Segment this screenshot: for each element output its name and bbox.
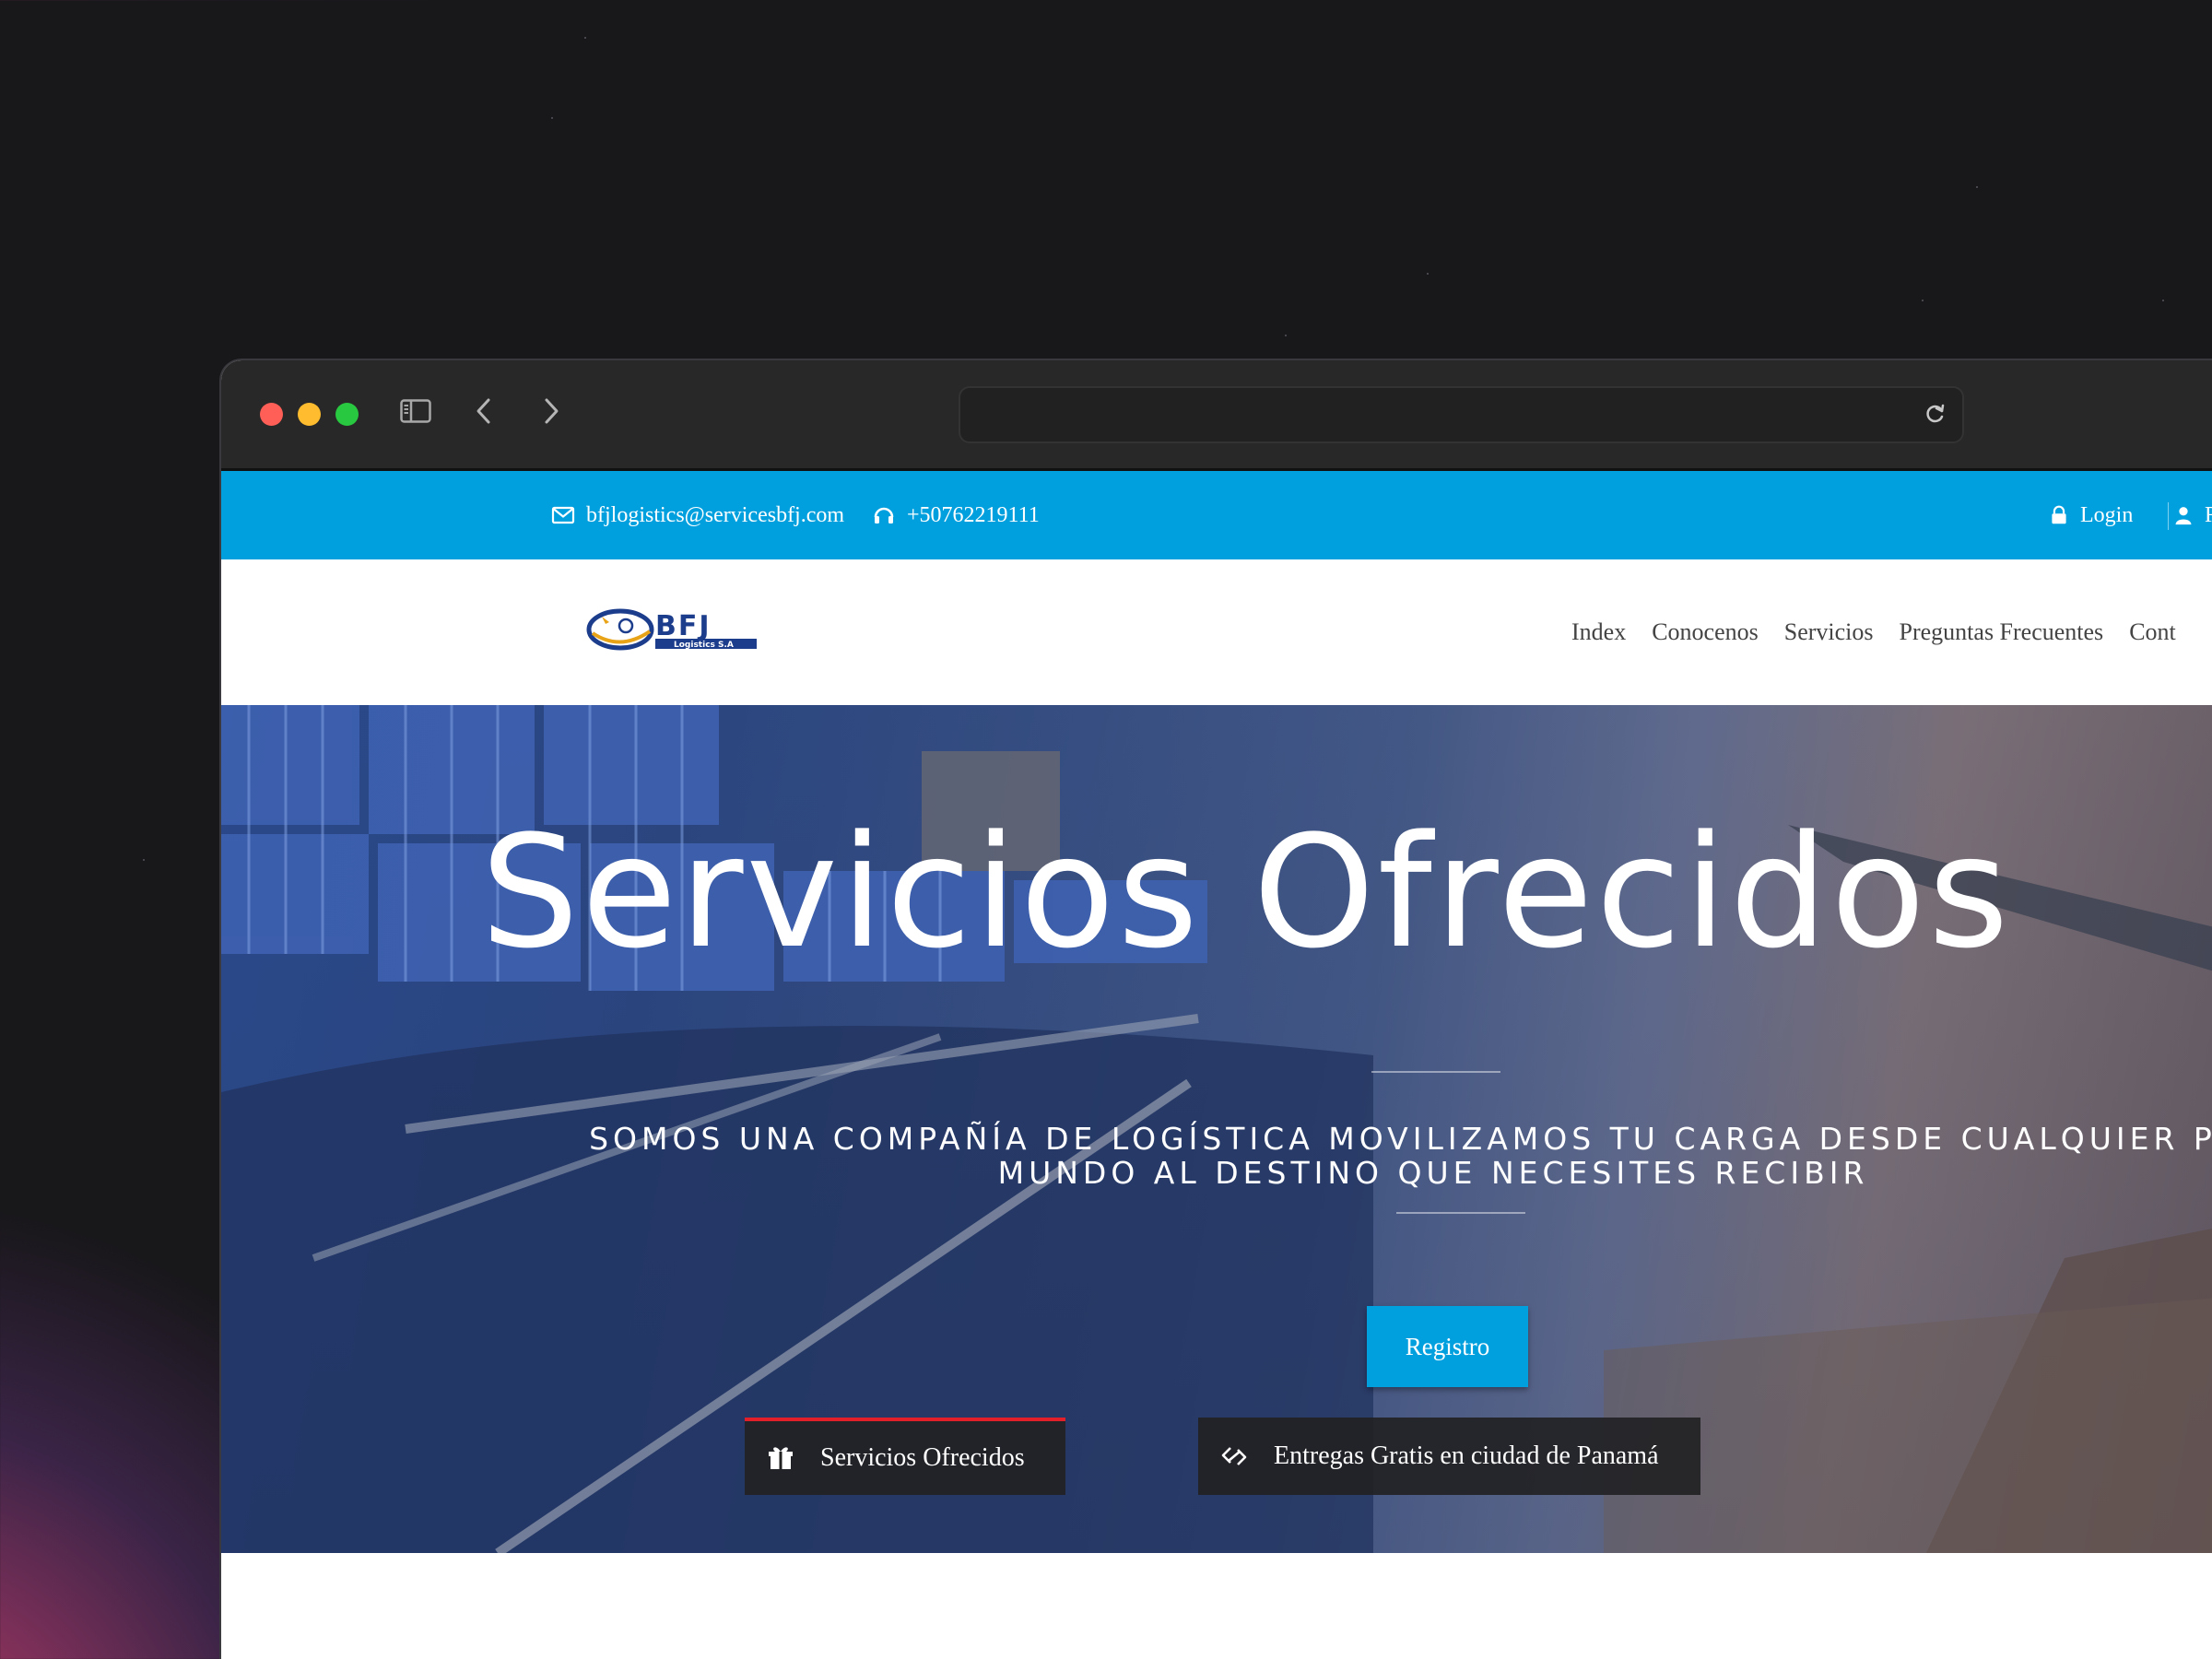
lock-icon [2052, 505, 2066, 524]
address-bar[interactable] [959, 386, 1964, 443]
svg-text:Logistics S.A: Logistics S.A [674, 641, 734, 650]
nav-link-servicios[interactable]: Servicios [1784, 618, 1874, 646]
user-icon [2175, 507, 2192, 525]
hero-subtitle-line-2: MUNDO AL DESTINO QUE NECESITES RECIBIR [997, 1155, 1869, 1191]
email-text: bfjlogistics@servicesbfj.com [586, 502, 845, 527]
background-star [1285, 335, 1287, 336]
topbar-divider [2168, 502, 2169, 530]
hero-section: Servicios Ofrecidos SOMOS UNA COMPAÑÍA D… [221, 705, 2212, 1553]
hero-subtitle-line-1: SOMOS UNA COMPAÑÍA DE LOGÍSTICA MOVILIZA… [589, 1121, 2212, 1157]
minimize-window-button[interactable] [298, 403, 321, 426]
background-star [1976, 186, 1978, 188]
background-star [1427, 273, 1429, 275]
contact-bar: bfjlogistics@servicesbfj.com +5076221911… [221, 471, 2212, 559]
maximize-window-button[interactable] [335, 403, 359, 426]
exchange-arrows-icon [1221, 1447, 1247, 1465]
hero-title: Servicios Ofrecidos [480, 802, 2012, 982]
feature-servicios-ofrecidos[interactable]: Servicios Ofrecidos [745, 1418, 1065, 1495]
login-link[interactable]: Login [2049, 471, 2133, 559]
main-navbar: BFJ Logistics S.A Index Conocenos Servic… [221, 559, 2212, 705]
background-star [1922, 300, 1924, 301]
feature-label-1: Servicios Ofrecidos [820, 1443, 1025, 1472]
register-label: R [2205, 503, 2212, 528]
background-star [584, 37, 586, 39]
forward-arrow-icon[interactable] [537, 395, 565, 427]
envelope-icon [551, 506, 575, 524]
hero-divider-top [1371, 1071, 1500, 1073]
feature-label-2: Entregas Gratis en ciudad de Panamá [1274, 1441, 1659, 1470]
reload-icon[interactable] [1922, 400, 1949, 428]
nav-link-index[interactable]: Index [1571, 618, 1626, 646]
bfj-logistics-logo[interactable]: BFJ Logistics S.A [585, 606, 760, 653]
hero-subtitle: SOMOS UNA COMPAÑÍA DE LOGÍSTICA MOVILIZA… [581, 1122, 2212, 1190]
nav-link-preguntas-frecuentes[interactable]: Preguntas Frecuentes [1900, 618, 2104, 646]
sidebar-toggle-icon[interactable] [400, 399, 431, 423]
nav-link-conocenos[interactable]: Conocenos [1652, 618, 1759, 646]
back-arrow-icon[interactable] [470, 395, 498, 427]
headset-icon [874, 507, 894, 524]
nav-link-contacto[interactable]: Cont [2129, 618, 2176, 646]
close-window-button[interactable] [260, 403, 283, 426]
background-star [2162, 300, 2164, 301]
background-star [143, 859, 145, 861]
feature-entregas-gratis[interactable]: Entregas Gratis en ciudad de Panamá [1198, 1418, 1700, 1495]
phone-contact[interactable]: +50762219111 [872, 471, 1040, 559]
main-nav: Index Conocenos Servicios Preguntas Frec… [1571, 559, 2176, 705]
login-label: Login [2080, 502, 2134, 527]
registro-button[interactable]: Registro [1367, 1306, 1528, 1387]
phone-text: +50762219111 [907, 502, 1040, 527]
browser-window: bfjlogistics@servicesbfj.com +5076221911… [221, 360, 2212, 1659]
hero-divider-bottom [1396, 1212, 1525, 1214]
gift-icon [769, 1447, 793, 1469]
background-star [551, 117, 553, 119]
svg-text:BFJ: BFJ [655, 610, 712, 642]
browser-toolbar [221, 360, 2212, 471]
email-contact[interactable]: bfjlogistics@servicesbfj.com [551, 471, 844, 559]
register-link[interactable]: R [2173, 471, 2212, 559]
web-page: bfjlogistics@servicesbfj.com +5076221911… [221, 471, 2212, 1659]
